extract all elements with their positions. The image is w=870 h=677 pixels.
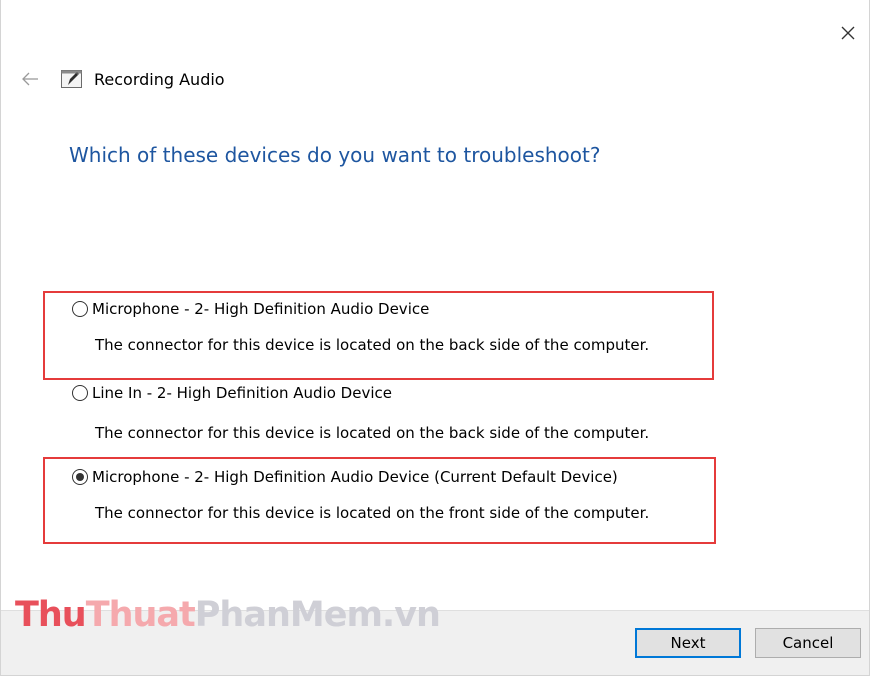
window-title: Recording Audio xyxy=(94,69,225,89)
footer-bar: ThuThuatPhanMem.vn Next Cancel xyxy=(1,595,869,675)
close-icon xyxy=(841,26,855,40)
cancel-button[interactable]: Cancel xyxy=(755,628,861,658)
troubleshooter-window: Recording Audio Which of these devices d… xyxy=(0,0,870,676)
back-arrow-icon xyxy=(22,72,38,86)
device-description: The connector for this device is located… xyxy=(95,336,650,354)
troubleshooter-app-icon xyxy=(61,70,82,88)
device-description: The connector for this device is located… xyxy=(95,424,650,442)
device-list: Microphone - 2- High Definition Audio De… xyxy=(72,296,772,534)
radio-button[interactable] xyxy=(72,385,88,401)
device-label: Microphone - 2- High Definition Audio De… xyxy=(92,468,618,486)
device-label: Line In - 2- High Definition Audio Devic… xyxy=(92,384,392,402)
back-button[interactable] xyxy=(19,68,41,90)
radio-button-selected[interactable] xyxy=(72,469,88,485)
device-description: The connector for this device is located… xyxy=(95,504,650,522)
radio-button[interactable] xyxy=(72,301,88,317)
window-header: Recording Audio xyxy=(19,62,225,96)
device-option[interactable]: Line In - 2- High Definition Audio Devic… xyxy=(72,380,772,464)
page-question: Which of these devices do you want to tr… xyxy=(69,143,601,167)
device-option[interactable]: Microphone - 2- High Definition Audio De… xyxy=(72,296,772,366)
watermark: ThuThuatPhanMem.vn xyxy=(15,595,441,635)
next-button[interactable]: Next xyxy=(635,628,741,658)
device-label: Microphone - 2- High Definition Audio De… xyxy=(92,300,430,318)
device-option[interactable]: Microphone - 2- High Definition Audio De… xyxy=(72,464,772,534)
close-button[interactable] xyxy=(833,18,863,48)
